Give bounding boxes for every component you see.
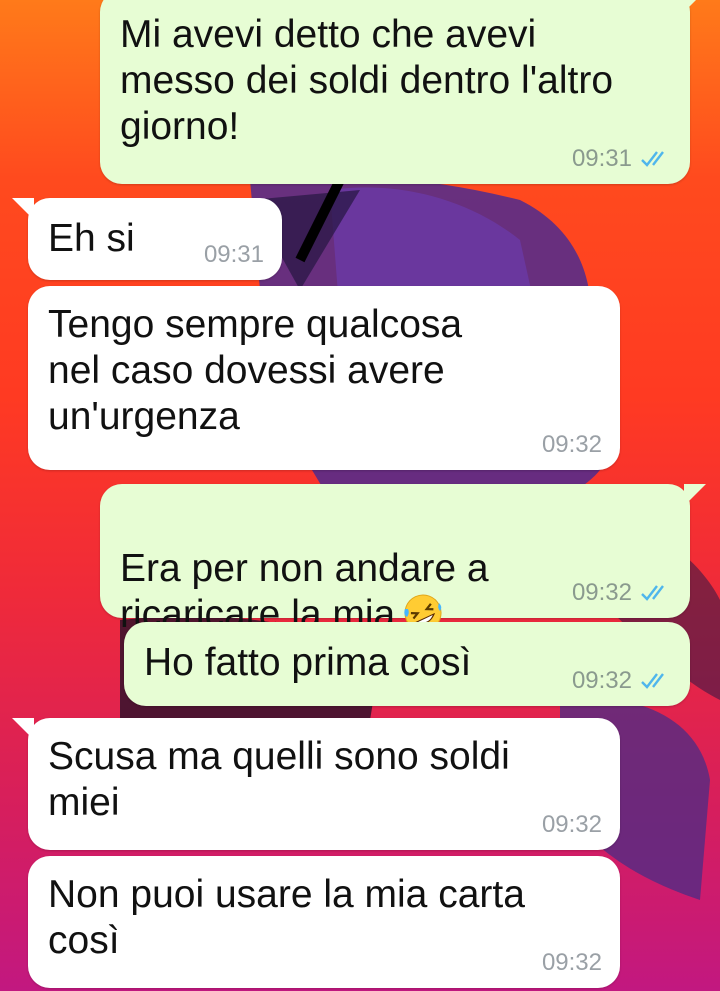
message-meta: 09:31 [572, 146, 672, 172]
message-text: Ho fatto prima così [144, 641, 472, 684]
message-bubble-incoming[interactable]: Scusa ma quelli sono soldi miei 09:32 [12, 718, 620, 850]
message-time: 09:32 [541, 949, 602, 976]
message-text: Non puoi usare la mia carta così [48, 873, 525, 962]
message-meta: 09:32 [542, 812, 602, 838]
message-meta: 09:32 [572, 580, 672, 606]
message-bubble-incoming[interactable]: Eh si 09:31 [12, 198, 282, 280]
message-time: 09:31 [203, 241, 264, 268]
message-text: Eh si [48, 217, 135, 260]
message-meta: 09:32 [542, 432, 602, 458]
message-time: 09:32 [541, 431, 602, 458]
message-text: Era per non andare a ricaricare la mia [120, 500, 489, 638]
message-time: 09:32 [571, 667, 632, 694]
message-text: Mi avevi detto che avevi messo dei soldi… [120, 13, 614, 148]
read-receipt-icon [641, 585, 664, 601]
message-bubble-incoming[interactable]: Non puoi usare la mia carta così 09:32 [28, 856, 620, 988]
message-meta: 09:31 [204, 242, 264, 268]
message-bubble-outgoing[interactable]: Mi avevi detto che avevi messo dei soldi… [100, 0, 706, 184]
message-text: Tengo sempre qualcosa nel caso dovessi a… [48, 303, 463, 438]
message-time: 09:31 [571, 145, 632, 172]
message-bubble-incoming[interactable]: Tengo sempre qualcosa nel caso dovessi a… [28, 286, 620, 470]
message-meta: 09:32 [572, 668, 672, 694]
read-receipt-icon [641, 151, 664, 167]
message-time: 09:32 [571, 579, 632, 606]
message-text: Scusa ma quelli sono soldi miei [48, 735, 510, 824]
read-receipt-icon [641, 673, 664, 689]
message-bubble-outgoing[interactable]: Ho fatto prima così 09:32 [124, 622, 690, 706]
message-time: 09:32 [541, 811, 602, 838]
message-bubble-outgoing[interactable]: Era per non andare a ricaricare la mia 0… [100, 484, 706, 636]
message-meta: 09:32 [542, 950, 602, 976]
